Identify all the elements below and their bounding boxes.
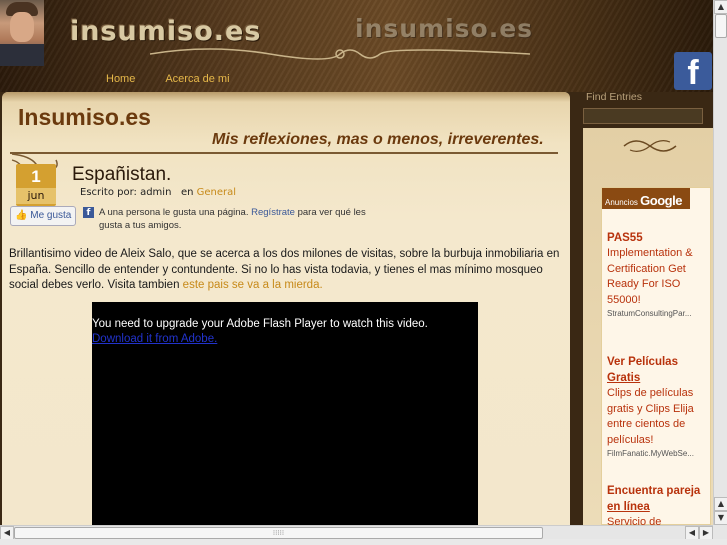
window-bottom-edge — [0, 539, 727, 545]
page-title[interactable]: Insumiso.es — [18, 104, 151, 131]
ad-item[interactable]: PAS55 Implementation & Certification Get… — [607, 230, 711, 320]
post-body-link[interactable]: este pais se va a la mierda. — [183, 279, 323, 291]
ad-title-line-1: Encuentra pareja — [607, 485, 701, 497]
site-logo-ghost: insumiso.es — [355, 14, 534, 43]
ad-text: Clips de películas gratis y Clips Elija … — [607, 387, 694, 446]
scroll-down-arrow-icon[interactable]: ▼ — [714, 511, 727, 525]
ad-url[interactable]: StratumConsultingPar... — [607, 308, 711, 320]
google-ads-box: Anuncios Google PAS55 Implementation & C… — [601, 187, 711, 525]
horizontal-scroll-thumb[interactable]: ⁞⁞⁞⁞⁞ — [14, 527, 543, 539]
facebook-icon: f — [83, 207, 94, 218]
post-date-month: jun — [16, 188, 56, 204]
like-button-label: Me gusta — [30, 210, 72, 221]
avatar-shirt — [0, 44, 44, 66]
site-header: insumiso.es insumiso.es Home Acerca de m… — [0, 0, 713, 92]
scroll-left-arrow-icon[interactable]: ◀ — [685, 526, 699, 540]
ad-title[interactable]: Encuentra pareja en línea — [607, 483, 711, 515]
ad-item[interactable]: Ver Películas Gratis Clips de películas … — [607, 354, 711, 460]
nav-about[interactable]: Acerca de mi — [165, 73, 229, 85]
facebook-like-button[interactable]: 👍 Me gusta — [10, 206, 76, 226]
post-body: Brillantisimo video de Aleix Salo, que s… — [9, 247, 564, 294]
post-date-badge: 1 jun — [16, 164, 56, 206]
post-author: Escrito por: admin — [80, 187, 172, 198]
parchment-edge — [2, 92, 570, 102]
ad-item[interactable]: Encuentra pareja en línea Servicio de — [607, 483, 711, 525]
ad-title-line-2: en línea — [607, 501, 650, 513]
nav-home[interactable]: Home — [106, 73, 135, 85]
scroll-up-arrow-icon[interactable]: ▲ — [714, 0, 727, 14]
post-date-day: 1 — [31, 167, 41, 186]
main-nav: Home Acerca de mi — [106, 73, 230, 85]
header-flourish — [150, 48, 530, 60]
post-category-prefix: en — [180, 187, 194, 198]
google-logo: Google — [640, 193, 682, 208]
vertical-scrollbar[interactable]: ▲ ▲ ▼ — [713, 0, 727, 525]
sidebar-ornament — [623, 140, 677, 152]
browser-viewport: insumiso.es insumiso.es Home Acerca de m… — [0, 0, 713, 525]
like-text-1: A una persona le gusta una página. — [99, 207, 249, 218]
scroll-up-arrow-icon[interactable]: ▲ — [714, 497, 727, 511]
post-category-link[interactable]: General — [197, 187, 236, 198]
post-byline: Escrito por: admin en General — [80, 187, 236, 198]
flash-upgrade-message: You need to upgrade your Adobe Flash Pla… — [92, 318, 428, 330]
site-logo[interactable]: insumiso.es — [70, 16, 261, 47]
ad-title-line-2: Gratis — [607, 372, 641, 384]
ad-url[interactable]: FilmFanatic.MyWebSe... — [607, 448, 711, 460]
avatar-face — [10, 12, 34, 42]
divider — [10, 152, 558, 154]
ads-label: Anuncios — [605, 198, 638, 207]
scroll-left-arrow-icon[interactable]: ◀ — [0, 526, 14, 540]
ad-text: Servicio de — [607, 516, 662, 525]
post-title[interactable]: Españistan. — [72, 164, 171, 186]
ad-title[interactable]: Ver Películas Gratis — [607, 354, 711, 386]
flash-video-player[interactable]: You need to upgrade your Adobe Flash Pla… — [92, 302, 478, 525]
ad-title[interactable]: PAS55 — [607, 230, 711, 246]
flash-download-link[interactable]: Download it from Adobe. — [92, 333, 217, 345]
register-link[interactable]: Regístrate — [251, 207, 295, 218]
ad-title-line-1: Ver Películas — [607, 356, 678, 368]
scrollbar-corner — [713, 525, 727, 539]
find-entries-label: Find Entries — [586, 91, 643, 103]
ads-header[interactable]: Anuncios Google — [602, 188, 690, 209]
vertical-scroll-thumb[interactable] — [715, 14, 727, 38]
like-social-text: A una persona le gusta una página. Regís… — [99, 206, 369, 232]
avatar — [0, 0, 44, 66]
ad-text: Implementation & Certification Get Ready… — [607, 247, 693, 306]
thumbs-up-icon: 👍 — [15, 210, 28, 221]
site-tagline: Mis reflexiones, mas o menos, irreverent… — [212, 131, 544, 148]
facebook-icon[interactable]: f — [674, 52, 712, 92]
search-input[interactable] — [583, 108, 703, 124]
horizontal-scrollbar[interactable]: ◀ ⁞⁞⁞⁞⁞ ◀ ▶ — [0, 525, 713, 540]
scroll-right-arrow-icon[interactable]: ▶ — [699, 526, 713, 540]
